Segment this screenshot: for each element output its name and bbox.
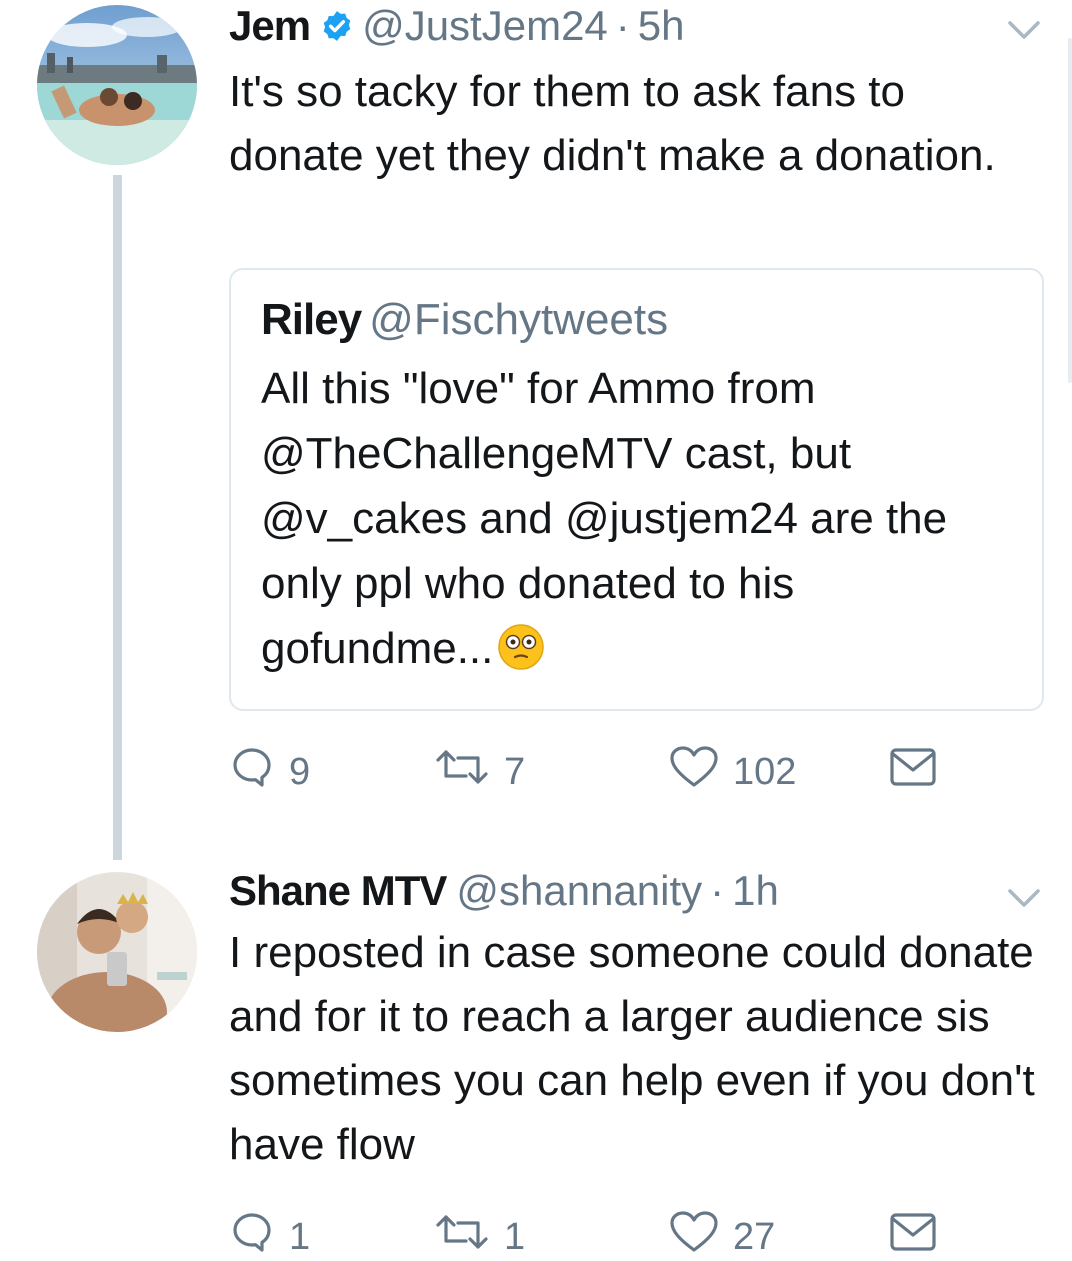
tweet-header: Jem @JustJem24 · 5h	[229, 0, 1044, 52]
flushed-face-emoji-icon	[497, 623, 545, 689]
quoted-display-name: Riley	[261, 295, 362, 344]
like-count: 102	[733, 750, 797, 793]
like-heart-icon	[669, 1209, 719, 1261]
user-handle[interactable]: @JustJem24	[362, 0, 608, 52]
tweet-timestamp[interactable]: 5h	[638, 0, 685, 52]
tweet-content: Shane MTV @shannanity · 1h I reposted in…	[229, 862, 1044, 1177]
tweet-text: It's so tacky for them to ask fans to do…	[229, 67, 996, 180]
thread-connector-line	[113, 175, 122, 860]
display-name[interactable]: Shane MTV	[229, 865, 447, 917]
retweet-button[interactable]: 1	[434, 1212, 525, 1261]
separator-dot: ·	[615, 2, 630, 49]
avatar-shane-mtv[interactable]	[37, 872, 197, 1032]
tweet-header: Shane MTV @shannanity · 1h	[229, 865, 1044, 917]
reply-count: 1	[289, 1215, 311, 1258]
scrollbar[interactable]	[1068, 38, 1072, 383]
tweet-timestamp[interactable]: 1h	[732, 865, 779, 917]
tweet-text: I reposted in case someone could donate …	[229, 928, 1035, 1169]
quoted-tweet[interactable]: Riley @Fischytweets All this "love" for A…	[229, 268, 1044, 711]
direct-message-icon	[889, 1211, 937, 1261]
direct-message-icon	[889, 746, 937, 798]
user-handle[interactable]: @shannanity	[456, 865, 702, 917]
quoted-user-handle: @Fischytweets	[369, 295, 669, 344]
tweet-actions: 9 7 102	[229, 744, 949, 800]
quoted-tweet-body: All this "love" for Ammo from @TheChalle…	[261, 364, 948, 673]
retweet-count: 7	[504, 750, 526, 793]
retweet-icon	[434, 1209, 490, 1261]
reply-icon	[229, 1209, 275, 1261]
like-button[interactable]: 102	[669, 744, 797, 800]
reply-count: 9	[289, 750, 311, 793]
like-count: 27	[733, 1215, 776, 1258]
quoted-tweet-text: All this "love" for Ammo from @TheChalle…	[261, 356, 1021, 689]
retweet-count: 1	[504, 1215, 526, 1258]
like-heart-icon	[669, 744, 719, 800]
chevron-down-icon[interactable]	[1004, 18, 1044, 42]
direct-message-button[interactable]	[889, 1212, 937, 1261]
quoted-tweet-header: Riley @Fischytweets	[261, 292, 1012, 348]
retweet-button[interactable]: 7	[434, 747, 525, 797]
like-button[interactable]: 27	[669, 1209, 776, 1261]
separator-dot: ·	[710, 867, 725, 914]
direct-message-button[interactable]	[889, 747, 937, 797]
tweet-thread: Jem @JustJem24 · 5h It's so tacky for th…	[0, 0, 1072, 1261]
avatar-jem[interactable]	[37, 5, 197, 165]
verified-badge-icon	[320, 9, 354, 43]
chevron-down-icon[interactable]	[1004, 886, 1044, 910]
tweet-content: Jem @JustJem24 · 5h It's so tacky for th…	[229, 0, 1044, 188]
reply-icon	[229, 744, 275, 800]
retweet-icon	[434, 744, 490, 800]
reply-button[interactable]: 9	[229, 747, 310, 797]
tweet-actions: 1 1 27	[229, 1209, 949, 1261]
display-name[interactable]: Jem	[229, 0, 311, 52]
reply-button[interactable]: 1	[229, 1212, 310, 1261]
